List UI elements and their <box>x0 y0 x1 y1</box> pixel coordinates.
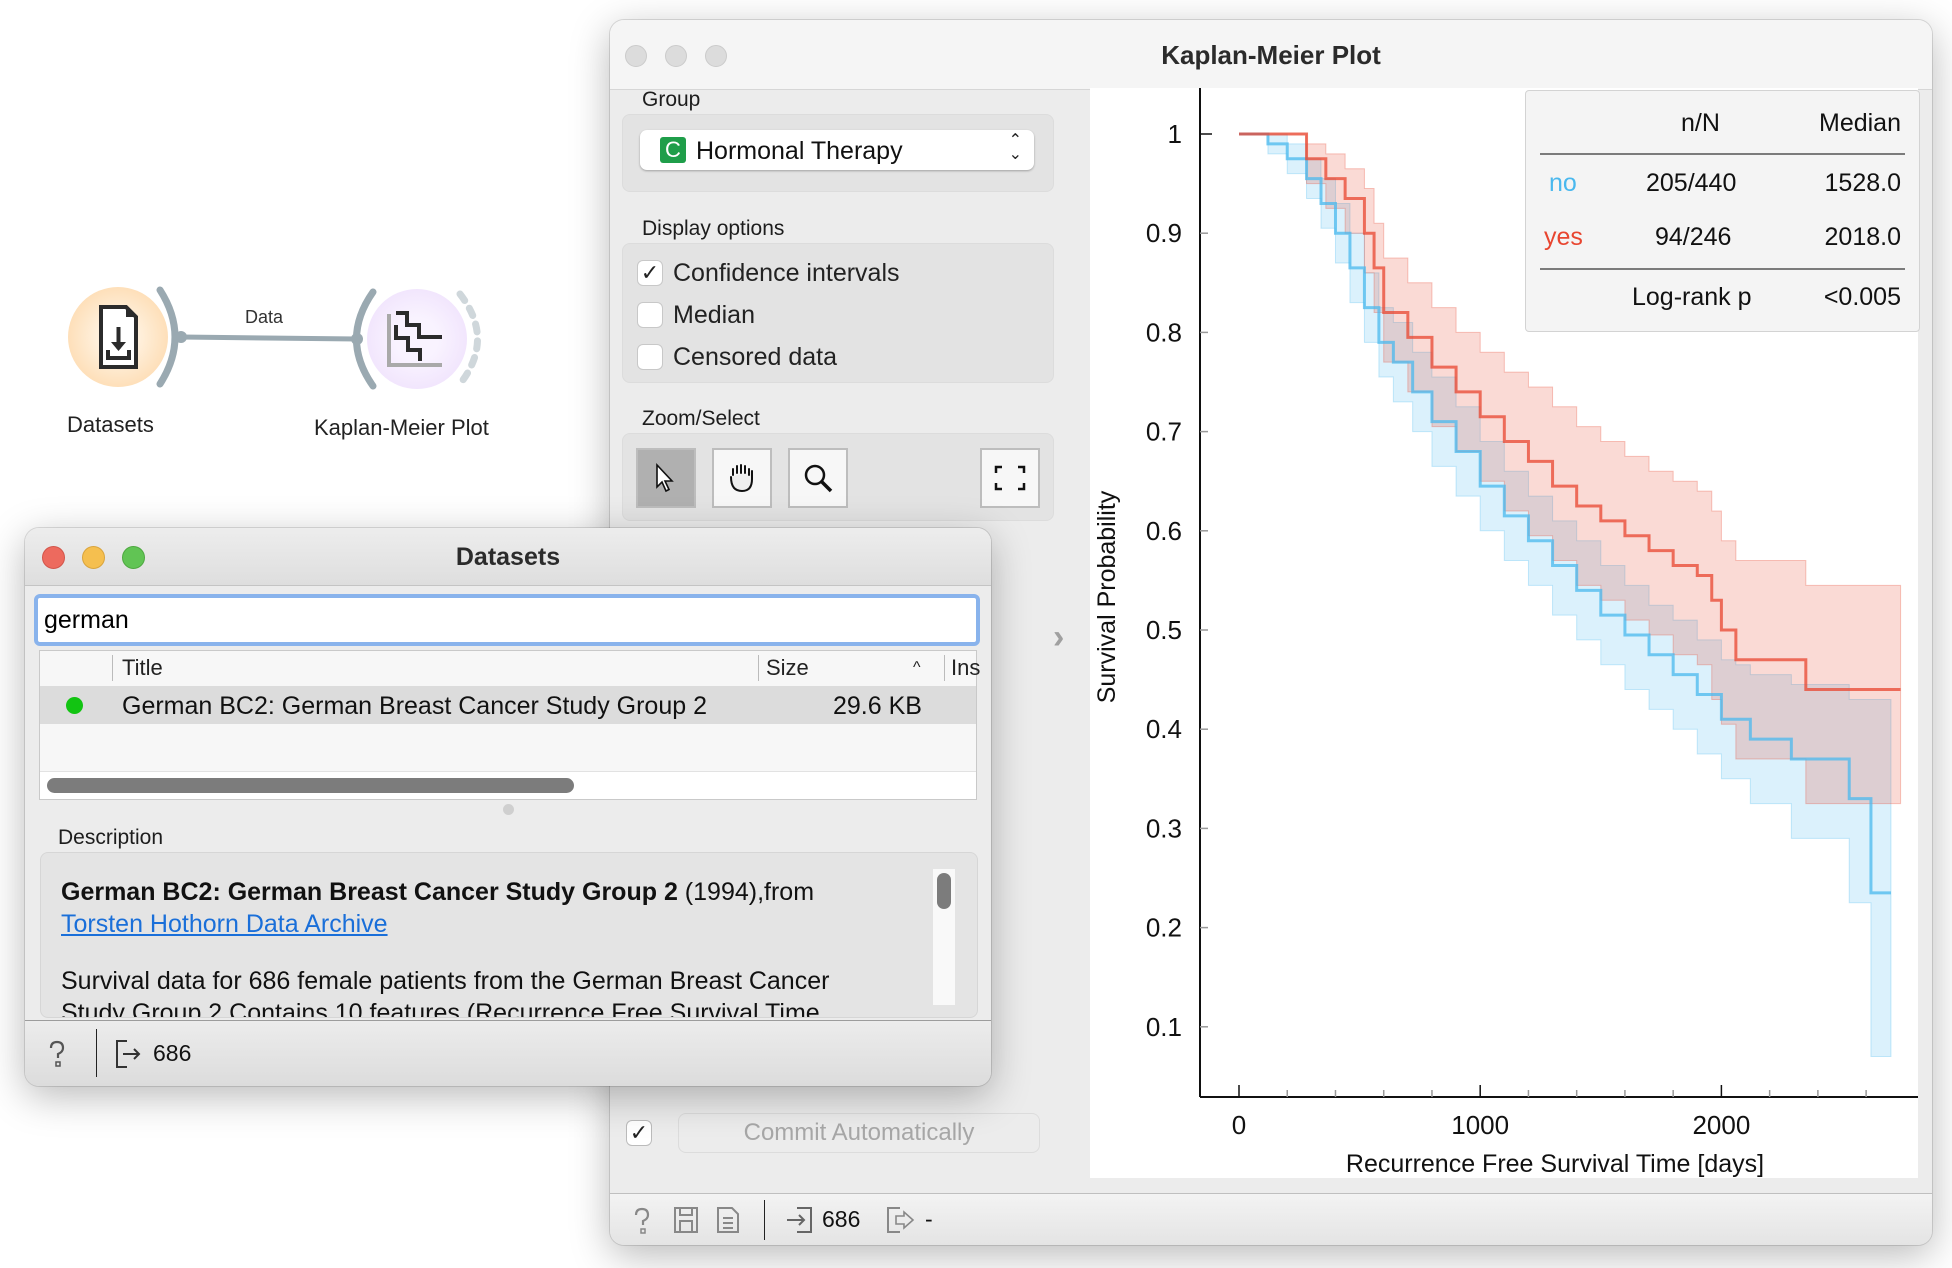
dataset-size-cell: 29.6 KB <box>833 692 922 720</box>
header-nN: n/N <box>1681 109 1720 137</box>
description-title-bold: German BC2: German Breast Cancer Study G… <box>61 878 678 906</box>
column-separator <box>758 655 759 681</box>
help-icon[interactable] <box>632 1206 652 1236</box>
y-axis-label: Survival Probability <box>1093 490 1121 703</box>
group-yes-median: 2018.0 <box>1824 223 1901 251</box>
column-header-title[interactable]: Title <box>122 651 163 685</box>
table-rule <box>1540 153 1905 155</box>
status-separator <box>764 1200 765 1240</box>
km-statusbar: 686 - <box>610 1193 1932 1245</box>
scrollbar-thumb[interactable] <box>47 778 574 793</box>
header-median: Median <box>1819 109 1901 137</box>
x-axis-label: Recurrence Free Survival Time [days] <box>1346 1150 1764 1178</box>
column-header-ins[interactable]: Ins <box>951 651 980 685</box>
column-header-size[interactable]: Size <box>766 651 809 685</box>
help-icon[interactable] <box>47 1039 67 1069</box>
group-no-label: no <box>1549 169 1577 197</box>
archive-link[interactable]: Torsten Hothorn Data Archive <box>61 910 388 939</box>
x-tick-label: 2000 <box>1692 1110 1750 1140</box>
y-tick-label: 0.4 <box>1146 714 1182 744</box>
group-yes-label: yes <box>1544 223 1583 251</box>
y-tick-label: 0.9 <box>1146 218 1182 248</box>
dataset-search-input[interactable] <box>38 598 976 642</box>
dataset-title-cell: German BC2: German Breast Cancer Study G… <box>122 692 707 720</box>
column-separator <box>944 655 945 681</box>
input-icon <box>787 1207 812 1233</box>
workflow-canvas[interactable]: Datasets Data Kaplan-Meier Plot Kaplan-M… <box>0 0 1952 1268</box>
dataset-search-field[interactable] <box>34 594 980 646</box>
output-count: 686 <box>153 1040 192 1066</box>
scrollbar-thumb[interactable] <box>937 873 951 909</box>
report-icon[interactable] <box>716 1206 740 1234</box>
output-count: - <box>925 1206 933 1232</box>
description-title: German BC2: German Breast Cancer Study G… <box>61 878 814 907</box>
description-body: Survival data for 686 female patients fr… <box>61 967 830 995</box>
y-tick-label: 0.7 <box>1146 417 1182 447</box>
vertical-scrollbar[interactable] <box>933 869 955 1005</box>
group-no-median: 1528.0 <box>1824 169 1901 197</box>
datasets-titlebar[interactable]: Datasets <box>25 528 991 586</box>
y-tick-label: 0.3 <box>1146 813 1182 843</box>
input-count: 686 <box>822 1206 861 1232</box>
table-rule <box>1540 268 1905 270</box>
datasets-window-title: Datasets <box>455 543 561 571</box>
logrank-label: Log-rank p <box>1632 283 1752 311</box>
group-no-nN: 205/440 <box>1646 169 1737 197</box>
description-box: German BC2: German Breast Cancer Study G… <box>40 852 978 1018</box>
y-tick-label: 0.6 <box>1146 516 1182 546</box>
save-icon[interactable] <box>673 1206 699 1234</box>
column-separator <box>112 655 113 681</box>
description-label: Description <box>58 826 164 849</box>
group-yes-nN: 94/246 <box>1655 223 1732 251</box>
datasets-statusbar: 686 <box>25 1020 991 1086</box>
statistics-table: n/N Median no 205/440 1528.0 yes 94/246 … <box>1525 90 1920 332</box>
y-tick-label: 0.1 <box>1146 1012 1182 1042</box>
y-tick-label: 0.8 <box>1146 317 1182 347</box>
datasets-table[interactable]: Title Size ^ Ins German BC2: German Brea… <box>39 650 980 800</box>
x-tick-label: 0 <box>1232 1110 1246 1140</box>
horizontal-scrollbar[interactable] <box>40 771 976 799</box>
description-title-suffix: (1994),from <box>677 878 815 906</box>
output-icon <box>887 1207 915 1233</box>
logrank-value: <0.005 <box>1823 283 1901 311</box>
description-body-cut: Study Group 2 Contains 10 features (Recu… <box>61 999 820 1018</box>
y-tick-label: 0.2 <box>1146 913 1182 943</box>
downloaded-status-icon <box>66 697 83 714</box>
y-tick-label: 1 <box>1168 119 1182 149</box>
sort-ascending-icon: ^ <box>913 659 921 676</box>
x-tick-label: 1000 <box>1451 1110 1509 1140</box>
y-tick-label: 0.5 <box>1146 615 1182 645</box>
status-separator <box>96 1029 97 1077</box>
table-row[interactable]: German BC2: German Breast Cancer Study G… <box>40 686 976 724</box>
output-icon <box>116 1040 141 1068</box>
splitter-handle[interactable] <box>503 804 514 815</box>
